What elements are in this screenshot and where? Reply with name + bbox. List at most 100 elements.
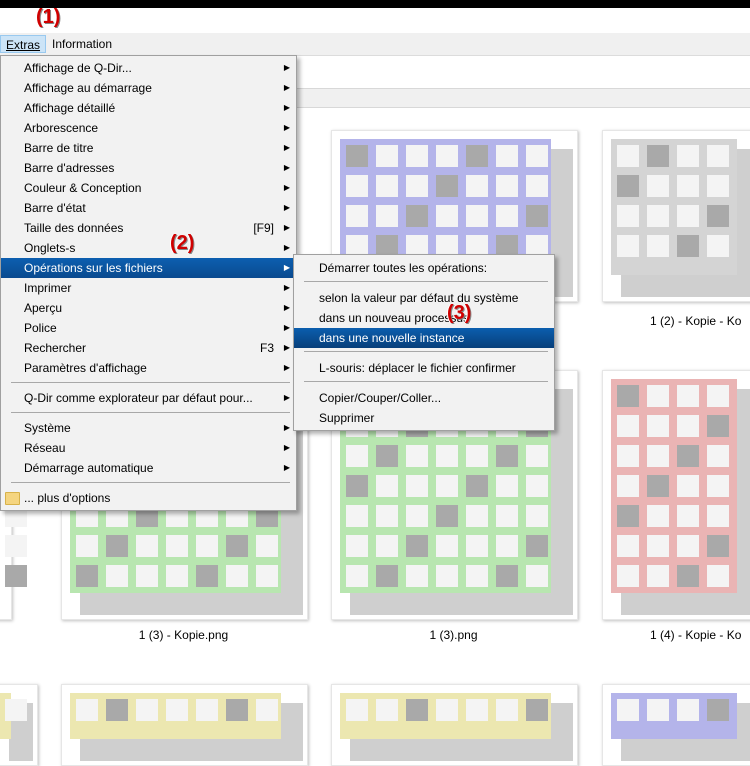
extras-menu-item[interactable]: Barre de titre ▶ <box>1 138 296 158</box>
extras-menu-item[interactable]: Opérations sur les fichiers ▶ <box>1 258 296 278</box>
extras-menu-item[interactable]: Onglets-s ▶ <box>1 238 296 258</box>
thumbnail-cell <box>617 535 639 557</box>
menu-item-label: Onglets-s <box>24 241 76 255</box>
thumbnail-cell <box>436 145 458 167</box>
thumbnail-cell <box>466 175 488 197</box>
thumbnail-cell <box>346 145 368 167</box>
thumbnail-cell <box>466 205 488 227</box>
menu-item-label: L-souris: déplacer le fichier confirmer <box>319 361 516 375</box>
thumbnail-cell <box>376 205 398 227</box>
extras-menu-item[interactable]: Taille des données [F9] ▶ <box>1 218 296 238</box>
thumbnail-cell <box>226 535 248 557</box>
submenu-arrow-icon: ▶ <box>283 443 290 452</box>
extras-menu-item[interactable]: Système ▶ <box>1 418 296 438</box>
submenu-arrow-icon: ▶ <box>283 223 290 232</box>
menu-item-label: Affichage de Q-Dir... <box>24 61 132 75</box>
thumbnail-cell <box>496 445 518 467</box>
thumbnail-cell <box>617 475 639 497</box>
menu-extras[interactable]: Extras <box>0 35 47 53</box>
thumbnail-cell <box>106 699 128 721</box>
menu-item-label: Système <box>24 421 71 435</box>
file-ops-menu-item[interactable]: selon la valeur par défaut du système <box>294 288 554 308</box>
thumbnail-cell <box>406 475 428 497</box>
menu-item-label: Paramètres d'affichage <box>24 361 147 375</box>
thumbnail-cell <box>647 205 669 227</box>
thumbnail-cell <box>647 475 669 497</box>
submenu-arrow-icon: ▶ <box>283 203 290 212</box>
thumbnail-cell <box>76 699 98 721</box>
menu-item-label: Taille des données <box>24 221 124 235</box>
submenu-arrow-icon: ▶ <box>283 83 290 92</box>
menu-information[interactable]: Information <box>47 35 117 53</box>
file-ops-menu-item[interactable]: L-souris: déplacer le fichier confirmer <box>294 358 554 378</box>
extras-menu-item[interactable]: Rechercher F3 ▶ <box>1 338 296 358</box>
annotation-1: (1) <box>36 6 61 28</box>
thumbnail-cell <box>466 699 488 721</box>
file-ops-menu-item[interactable]: Supprimer <box>294 408 554 428</box>
file-ops-menu-item[interactable]: dans un nouveau processus <box>294 308 554 328</box>
submenu-arrow-icon: ▶ <box>283 243 290 252</box>
file-ops-menu-item[interactable]: Copier/Couper/Coller... <box>294 388 554 408</box>
submenu-arrow-icon: ▶ <box>283 103 290 112</box>
thumbnail-cell <box>466 565 488 587</box>
submenu-arrow-icon: ▶ <box>283 343 290 352</box>
file-thumbnail[interactable] <box>61 684 308 766</box>
extras-menu-item[interactable]: Imprimer ▶ <box>1 278 296 298</box>
thumbnail-cell <box>677 505 699 527</box>
file-ops-menu-item[interactable]: dans une nouvelle instance <box>294 328 554 348</box>
extras-menu: Affichage de Q-Dir... ▶ Affichage au démar… <box>0 55 297 511</box>
extras-menu-item[interactable]: ... plus d'options <box>1 488 296 508</box>
file-thumbnail[interactable] <box>0 684 38 766</box>
thumbnail-cell <box>466 475 488 497</box>
file-thumbnail[interactable] <box>331 684 578 766</box>
menu-item-label: Opérations sur les fichiers <box>24 261 163 275</box>
extras-menu-item[interactable]: Démarrage automatique ▶ <box>1 458 296 478</box>
extras-menu-item[interactable]: Q-Dir comme explorateur par défaut pour.… <box>1 388 296 408</box>
thumbnail-cell <box>647 145 669 167</box>
submenu-arrow-icon: ▶ <box>283 393 290 402</box>
extras-menu-item[interactable]: Aperçu ▶ <box>1 298 296 318</box>
extras-menu-item[interactable]: Affichage au démarrage ▶ <box>1 78 296 98</box>
address-bar[interactable] <box>290 88 750 108</box>
extras-menu-item[interactable]: Arborescence ▶ <box>1 118 296 138</box>
extras-menu-item[interactable]: Barre d'adresses ▶ <box>1 158 296 178</box>
thumbnail-cell <box>376 175 398 197</box>
thumbnail-cell <box>256 699 278 721</box>
thumbnail-cell <box>166 565 188 587</box>
extras-menu-item[interactable]: Affichage de Q-Dir... ▶ <box>1 58 296 78</box>
submenu-arrow-icon: ▶ <box>283 303 290 312</box>
file-thumbnail[interactable] <box>602 130 750 302</box>
thumbnail-cell <box>136 699 158 721</box>
thumbnail-cell <box>617 699 639 721</box>
thumbnail-cell <box>76 535 98 557</box>
thumbnail-cell <box>436 505 458 527</box>
file-thumbnail[interactable] <box>602 684 750 766</box>
menu-item-label: Démarrer toutes les opérations: <box>319 261 488 275</box>
menu-separator <box>11 382 290 383</box>
window-top-edge <box>0 0 750 8</box>
extras-menu-item[interactable]: Barre d'état ▶ <box>1 198 296 218</box>
thumbnail-cell <box>707 205 729 227</box>
extras-menu-item[interactable]: Paramètres d'affichage ▶ <box>1 358 296 378</box>
thumbnail-cell <box>406 535 428 557</box>
extras-menu-item[interactable]: Police ▶ <box>1 318 296 338</box>
thumbnail-cell <box>677 699 699 721</box>
thumbnail-cell <box>677 415 699 437</box>
thumbnail-cell <box>647 445 669 467</box>
thumbnail-cell <box>436 565 458 587</box>
menu-item-label: Démarrage automatique <box>24 461 154 475</box>
file-ops-menu-item: Démarrer toutes les opérations: <box>294 258 554 278</box>
thumbnail-cell <box>617 415 639 437</box>
thumbnail-cell <box>707 145 729 167</box>
extras-menu-item[interactable]: Affichage détaillé ▶ <box>1 98 296 118</box>
thumbnail-image <box>0 693 27 739</box>
extras-menu-item[interactable]: Couleur & Conception ▶ <box>1 178 296 198</box>
thumbnail-cell <box>346 535 368 557</box>
thumbnail-cell <box>496 699 518 721</box>
thumbnail-cell <box>406 175 428 197</box>
thumbnail-cell <box>136 535 158 557</box>
extras-menu-item[interactable]: Réseau ▶ <box>1 438 296 458</box>
thumbnail-cell <box>526 175 548 197</box>
menu-item-label: Barre d'adresses <box>24 161 115 175</box>
file-thumbnail[interactable] <box>602 370 750 620</box>
